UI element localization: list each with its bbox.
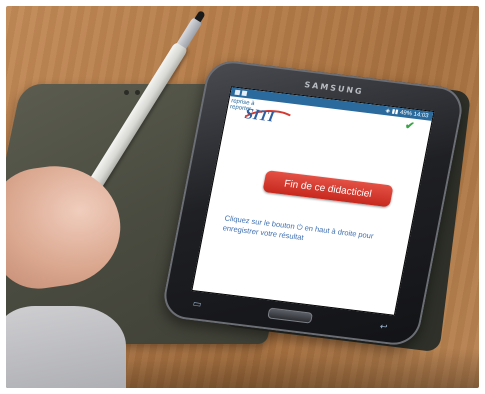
home-button[interactable] [267,307,314,324]
notification-icons [234,89,248,97]
instruction-text: Cliquez sur le bouton ⏻ en haut à droite… [221,213,375,243]
phone-brand: SAMSUNG [303,80,365,97]
siti-logo: SITI [243,106,276,126]
photo-scene: SAMSUNG ◈ ▮▮ 49% 14:03 reprise à reporte… [6,6,479,388]
sleeve [6,306,126,388]
check-icon[interactable]: ✔ [404,119,416,133]
back-icon[interactable]: ↩ [379,321,388,333]
phone-screen: ◈ ▮▮ 49% 14:03 reprise à reporter ✔ SITI… [191,86,435,316]
status-time: ◈ ▮▮ 49% 14:03 [384,108,429,120]
menu-icon[interactable]: ▭ [192,298,202,310]
smartphone: SAMSUNG ◈ ▮▮ 49% 14:03 reprise à reporte… [159,58,467,348]
end-tutorial-button[interactable]: Fin de ce didacticiel [262,170,394,208]
